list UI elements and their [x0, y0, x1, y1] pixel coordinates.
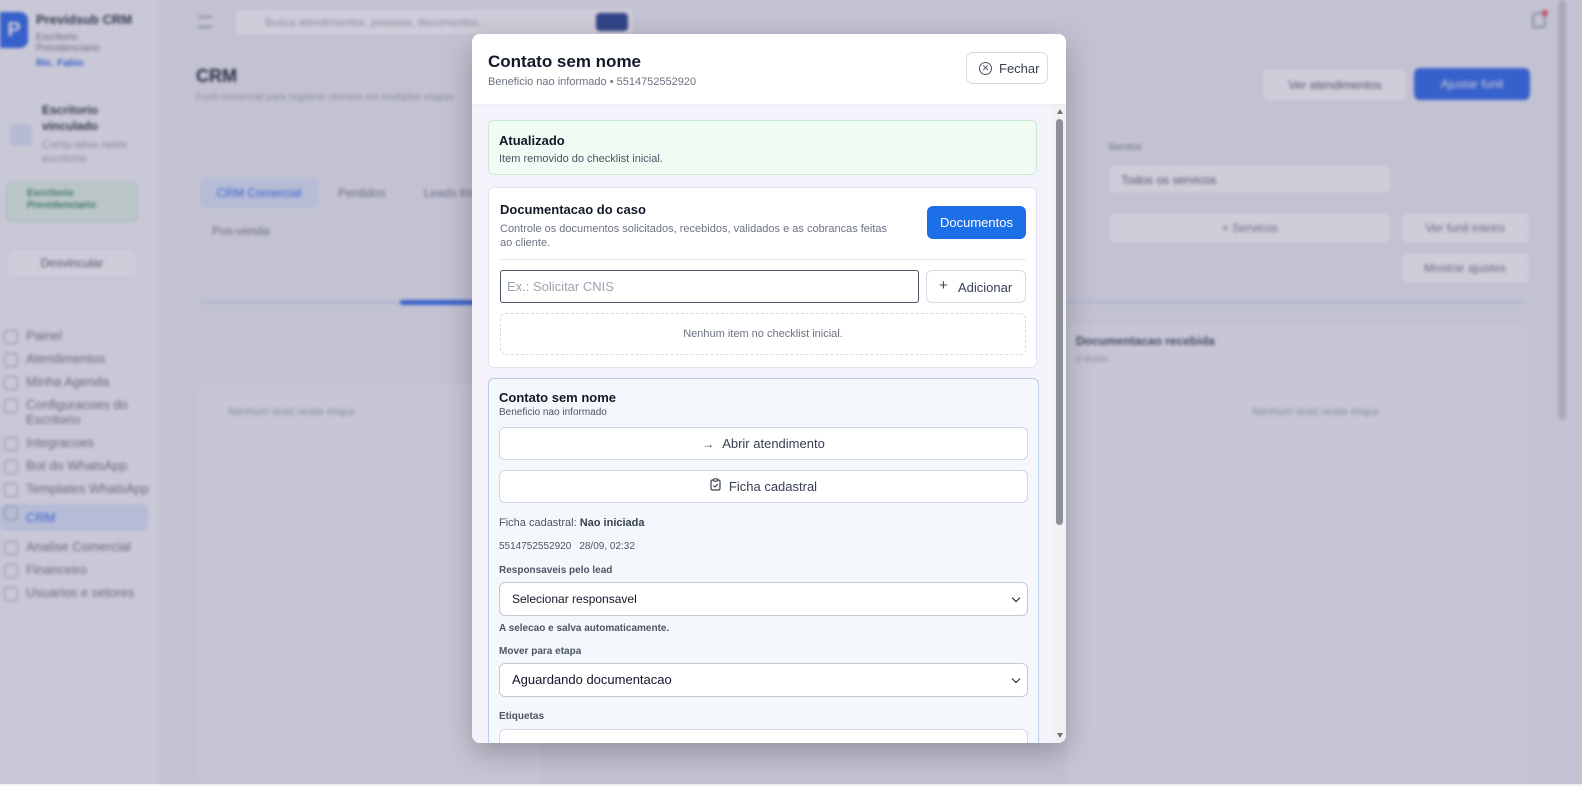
modal-scrollbar[interactable]	[1054, 105, 1066, 743]
responsible-select[interactable]: Selecionar responsavel	[499, 582, 1028, 616]
plus-icon: +	[939, 277, 948, 294]
form-status-label: Ficha cadastral:	[499, 517, 577, 529]
arrow-right-icon: →	[702, 437, 715, 451]
form-status-value: Nao iniciada	[579, 517, 645, 529]
clipboard-icon	[710, 472, 721, 503]
modal-header: Contato sem nome Beneficio nao informado…	[472, 34, 1066, 105]
responsible-label: Responsaveis pelo lead	[499, 565, 613, 576]
checklist-item-input[interactable]	[500, 270, 919, 303]
modal-subtitle: Beneficio nao informado • 5514752552920	[488, 76, 697, 88]
scroll-down-icon[interactable]	[1057, 733, 1063, 738]
documents-button[interactable]: Documentos	[927, 206, 1026, 239]
modal-title: Contato sem nome	[488, 52, 642, 71]
alert-title: Atualizado	[499, 133, 565, 148]
auto-save-note: A selecao e salva automaticamente.	[499, 623, 670, 634]
add-checklist-item-button[interactable]: + Adicionar	[926, 270, 1026, 303]
close-label: Fechar	[999, 61, 1040, 76]
chevron-down-icon	[1011, 593, 1021, 603]
open-attendance-button[interactable]: → Abrir atendimento	[499, 427, 1028, 460]
contact-meta: 5514752552920 28/09, 02:32	[499, 541, 635, 552]
contact-modal: Contato sem nome Beneficio nao informado…	[472, 34, 1066, 743]
chevron-down-icon	[1011, 674, 1021, 684]
close-circle-icon: ✕	[979, 62, 992, 75]
open-attendance-label: Abrir atendimento	[722, 436, 825, 451]
alert-message: Item removido do checklist inicial.	[499, 153, 663, 165]
tags-input[interactable]	[499, 729, 1028, 743]
modal-body: Atualizado Item removido do checklist in…	[472, 105, 1066, 743]
contact-title: Contato sem nome	[499, 390, 617, 405]
registration-form-label: Ficha cadastral	[728, 479, 818, 494]
docs-description: Controle os documentos solicitados, rece…	[500, 223, 888, 249]
scroll-thumb[interactable]	[1056, 119, 1063, 525]
contact-phone: 5514752552920	[499, 541, 572, 552]
empty-checklist-message: Nenhum item no checklist inicial.	[500, 313, 1026, 355]
contact-card: Contato sem nome Beneficio nao informado…	[488, 378, 1039, 743]
responsible-select-value: Selecionar responsavel	[512, 592, 637, 606]
success-alert: Atualizado Item removido do checklist in…	[488, 120, 1037, 175]
docs-title: Documentacao do caso	[500, 202, 646, 217]
add-label: Adicionar	[958, 280, 1013, 295]
stage-select-value: Aguardando documentacao	[512, 672, 672, 687]
form-status: Ficha cadastral: Nao iniciada	[499, 517, 645, 529]
tags-label: Etiquetas	[499, 711, 545, 722]
stage-select[interactable]: Aguardando documentacao	[499, 663, 1028, 697]
contact-subtitle: Beneficio nao informado	[499, 407, 607, 418]
close-button[interactable]: ✕ Fechar	[966, 52, 1048, 84]
case-documents-card: Documentacao do caso Controle os documen…	[488, 187, 1037, 368]
registration-form-button[interactable]: Ficha cadastral	[499, 470, 1028, 503]
stage-label: Mover para etapa	[499, 646, 582, 657]
contact-datetime: 28/09, 02:32	[579, 541, 635, 552]
divider	[500, 259, 1026, 260]
scroll-up-icon[interactable]	[1057, 109, 1063, 114]
